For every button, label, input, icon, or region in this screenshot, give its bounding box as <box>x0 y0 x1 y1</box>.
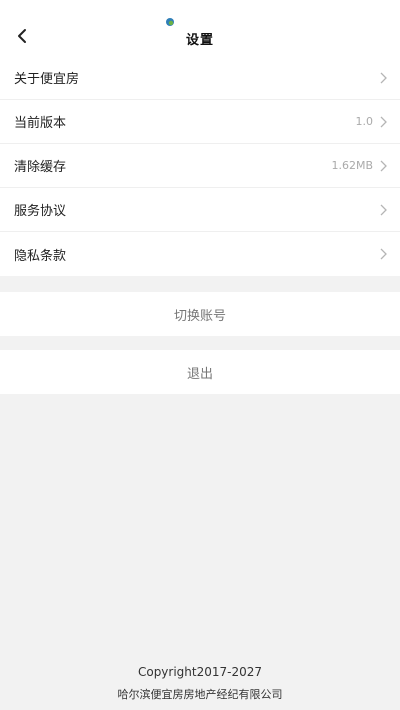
chevron-right-icon <box>379 116 387 128</box>
chevron-right-icon <box>379 204 387 216</box>
settings-item-service-agreement[interactable]: 服务协议 <box>0 188 400 232</box>
settings-item-label: 清除缓存 <box>14 160 67 175</box>
settings-item-clear-cache[interactable]: 清除缓存 1.62MB <box>0 144 400 188</box>
switch-account-button[interactable]: 切换账号 <box>0 292 400 336</box>
header-bar: 设置 <box>0 0 400 56</box>
settings-item-label: 关于便宜房 <box>14 72 80 87</box>
settings-list: 关于便宜房 当前版本 1.0 清除缓存 1.62MB 服务协议 隐私条款 <box>0 56 400 276</box>
page-title: 设置 <box>185 33 214 48</box>
logout-button[interactable]: 退出 <box>0 350 400 394</box>
settings-item-privacy-policy[interactable]: 隐私条款 <box>0 232 400 276</box>
settings-item-about[interactable]: 关于便宜房 <box>0 56 400 100</box>
settings-item-label: 隐私条款 <box>14 248 67 264</box>
version-value: 1.0 <box>355 115 374 128</box>
logo-dot-icon <box>166 18 174 26</box>
chevron-right-icon <box>379 72 387 84</box>
footer-copyright: Copyright2017-2027 <box>137 665 263 679</box>
settings-item-version[interactable]: 当前版本 1.0 <box>0 100 400 144</box>
footer-company-name: 哈尔滨便宜房房地产经纪有限公司 <box>117 688 283 701</box>
settings-item-label: 服务协议 <box>14 204 67 219</box>
cache-size-value: 1.62MB <box>331 159 373 172</box>
chevron-right-icon <box>379 160 387 172</box>
settings-item-label: 当前版本 <box>14 116 67 131</box>
chevron-right-icon <box>379 248 387 260</box>
